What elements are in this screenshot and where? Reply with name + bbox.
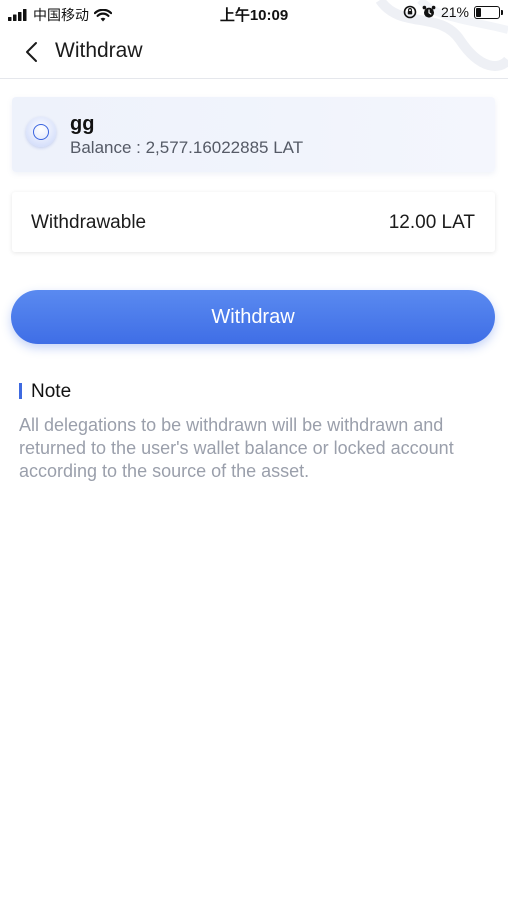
withdrawable-label: Withdrawable [31,212,147,233]
note-title: Note [31,381,72,402]
battery-nub [501,9,503,15]
alarm-icon [422,5,436,18]
back-button[interactable] [20,39,46,65]
nav-bar: Withdraw [0,26,508,79]
wallet-card: gg Balance : 2,577.16022885 LAT [12,97,495,172]
withdraw-button[interactable]: Withdraw [11,290,495,344]
battery-icon [474,5,503,19]
status-bar: 中国移动 上午10:09 21% [0,0,508,26]
chevron-left-icon [26,42,37,62]
orientation-lock-icon [403,5,417,19]
note-text: All delegations to be withdrawn will be … [19,415,454,481]
page-title: Withdraw [55,39,143,62]
wallet-avatar-icon [26,117,56,147]
wallet-balance: Balance : 2,577.16022885 LAT [70,138,304,157]
wallet-name: gg [70,113,95,135]
withdrawable-card: Withdrawable 12.00 LAT [12,192,495,252]
withdrawable-value: 12.00 LAT [388,212,475,233]
battery-fill [476,7,481,17]
status-right: 21% [403,4,503,20]
battery-percent: 21% [440,4,469,20]
wallet-avatar-ring [33,124,49,140]
note-accent-bar [19,383,22,399]
